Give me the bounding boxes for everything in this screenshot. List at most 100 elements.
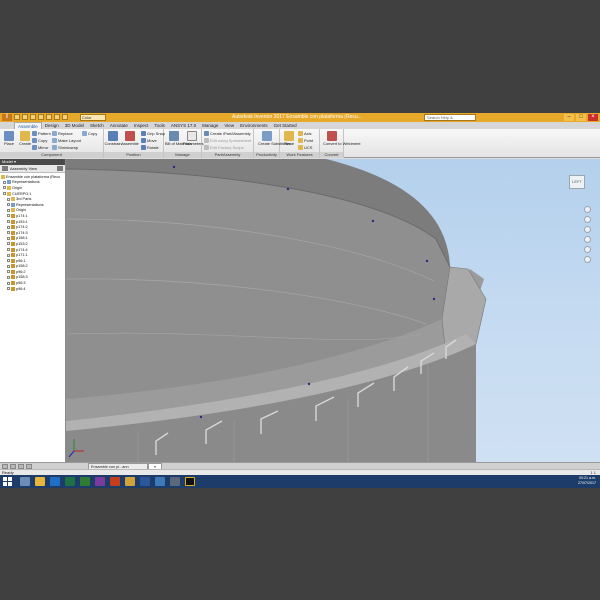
expand-icon[interactable]	[7, 281, 10, 285]
excel-icon[interactable]	[65, 477, 75, 486]
expand-icon[interactable]	[7, 287, 10, 291]
create-ipart-button[interactable]: Create iPart/iAssembly	[204, 130, 251, 136]
collapse-icon[interactable]	[3, 192, 6, 196]
help-search-input[interactable]: Search Help & Commands...	[424, 114, 476, 125]
photos-icon[interactable]	[155, 477, 165, 486]
tab-assemble[interactable]: Assemble	[14, 122, 42, 129]
expand-icon[interactable]	[7, 242, 10, 246]
home-icon[interactable]	[54, 114, 60, 120]
orbit-icon[interactable]	[584, 236, 591, 243]
tree-item-root[interactable]: Ensamble con plataforma (Recu	[0, 174, 65, 180]
expand-icon[interactable]	[3, 186, 6, 190]
expand-icon[interactable]	[7, 236, 10, 240]
outlook-icon[interactable]	[50, 477, 60, 486]
bill-of-materials-button[interactable]: Bill of Materials	[165, 131, 192, 146]
tab-design[interactable]: Design	[42, 122, 62, 129]
update-icon[interactable]	[62, 114, 68, 120]
minimize-button[interactable]: –	[564, 114, 574, 121]
save-icon[interactable]	[30, 114, 36, 120]
tab-view[interactable]: View	[221, 122, 237, 129]
point-button[interactable]: Point	[298, 137, 313, 143]
word-icon[interactable]	[140, 477, 150, 486]
folder-icon	[11, 197, 15, 202]
pan-icon[interactable]	[584, 216, 591, 223]
assemble-button[interactable]: Assemble	[121, 131, 139, 146]
redo-icon[interactable]	[46, 114, 52, 120]
expand-icon[interactable]	[7, 253, 10, 257]
rotate-button[interactable]: Rotate	[141, 144, 159, 150]
filter-icon[interactable]	[2, 166, 8, 171]
expand-icon[interactable]	[7, 214, 10, 218]
expand-icon[interactable]	[7, 208, 10, 212]
expand-icon[interactable]	[7, 225, 10, 229]
tab-ansys[interactable]: ANSYS 17.0	[168, 122, 199, 129]
expand-icon[interactable]	[7, 270, 10, 274]
undo-icon[interactable]	[38, 114, 44, 120]
autodesk-a-icon[interactable]	[185, 477, 195, 486]
part-icon	[11, 236, 15, 241]
parameters-button[interactable]: Parameters	[183, 131, 204, 146]
windows-start-icon[interactable]	[3, 477, 12, 486]
quick-access-toolbar	[14, 114, 68, 120]
replace-button[interactable]: Replace	[52, 130, 73, 136]
browser-view-select[interactable]: Assembly View	[10, 166, 37, 171]
powerpoint-icon[interactable]	[110, 477, 120, 486]
folder-icon[interactable]	[35, 477, 45, 486]
tab-tools[interactable]: Tools	[151, 122, 168, 129]
paint-icon[interactable]	[170, 477, 180, 486]
inventor-logo-icon[interactable]: I	[2, 114, 12, 121]
appearance-select[interactable]: Color	[80, 114, 106, 121]
pattern-button[interactable]: Pattern	[32, 130, 51, 136]
open-icon[interactable]	[22, 114, 28, 120]
expand-icon[interactable]	[7, 264, 10, 268]
close-button[interactable]: ×	[588, 114, 598, 121]
search-icon[interactable]	[57, 166, 63, 171]
expand-icon[interactable]	[7, 203, 10, 207]
tab-get-started[interactable]: Get Started	[271, 122, 300, 129]
plane-button[interactable]: Plane	[280, 131, 298, 146]
expand-icon[interactable]	[7, 231, 10, 235]
tab-manage[interactable]: Manage	[199, 122, 221, 129]
tab-environments[interactable]: Environments	[237, 122, 271, 129]
viewcube[interactable]: LEFT	[569, 175, 585, 189]
tab-3d-model[interactable]: 3D Model	[62, 122, 87, 129]
expand-icon[interactable]	[7, 259, 10, 263]
project-icon[interactable]	[80, 477, 90, 486]
system-tray[interactable]: 00:21 a.m. 27/07/2017	[578, 476, 596, 486]
copy-design-button[interactable]: Copy	[82, 130, 97, 136]
expand-icon[interactable]	[7, 220, 10, 224]
file-explorer-icon[interactable]	[20, 477, 30, 486]
tree-item[interactable]: p96:4	[0, 286, 65, 292]
constrain-button[interactable]: Constrain	[104, 131, 122, 146]
tab-annotate[interactable]: Annotate	[107, 122, 131, 129]
new-icon[interactable]	[14, 114, 20, 120]
create-substitutes-button[interactable]: Create Substitutes	[258, 131, 291, 146]
axis-button[interactable]: Axis	[298, 130, 312, 136]
expand-icon[interactable]	[3, 180, 6, 184]
convert-weldment-button[interactable]: Convert to Weldment	[323, 131, 361, 146]
move-button[interactable]: Move	[141, 137, 157, 143]
graphics-viewport[interactable]: LEFT	[66, 159, 600, 462]
panel-component: Place Create Pattern Copy Mirror Replace	[0, 129, 104, 158]
grip-snap-button[interactable]: Grip Snap	[141, 130, 165, 136]
spreadsheet-icon	[204, 137, 209, 143]
tab-inspect[interactable]: Inspect	[131, 122, 152, 129]
expand-icon[interactable]	[7, 275, 10, 279]
create-icon	[20, 131, 30, 141]
zoom-all-icon[interactable]	[584, 256, 591, 263]
onenote-icon[interactable]	[95, 477, 105, 486]
expand-icon[interactable]	[7, 197, 10, 201]
copy-button[interactable]: Copy	[32, 137, 47, 143]
look-at-icon[interactable]	[584, 246, 591, 253]
shrinkwrap-button[interactable]: Shrinkwrap	[52, 144, 78, 150]
mirror-button[interactable]: Mirror	[32, 144, 48, 150]
expand-icon[interactable]	[7, 248, 10, 252]
maximize-button[interactable]: □	[576, 114, 586, 121]
tank-model[interactable]	[66, 159, 600, 462]
steering-wheel-icon[interactable]	[584, 206, 591, 213]
zoom-icon[interactable]	[584, 226, 591, 233]
tab-sketch[interactable]: Sketch	[87, 122, 107, 129]
make-layout-button[interactable]: Make Layout	[52, 137, 81, 143]
inventor-icon[interactable]	[125, 477, 135, 486]
ucs-button[interactable]: UCS	[298, 144, 312, 150]
